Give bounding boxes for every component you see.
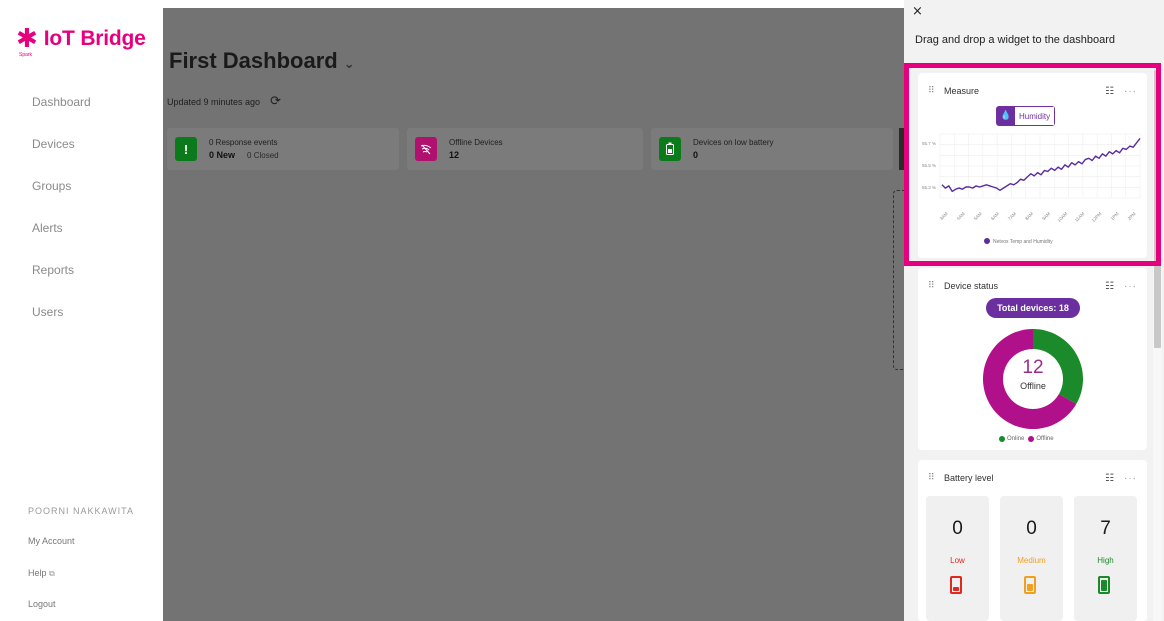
device-status-donut (983, 329, 1083, 429)
logo-subtitle: Spark (19, 52, 33, 58)
tile-values: 12 (449, 149, 503, 162)
offline-devices-tile[interactable]: Offline Devices 12 (407, 128, 643, 170)
user-name: POORNI NAKKAWITA (28, 506, 135, 516)
updated-text: Updated 9 minutes ago (167, 96, 261, 107)
my-account-link[interactable]: My Account (28, 536, 75, 546)
low-battery-tile[interactable]: Devices on low battery 0 (651, 128, 893, 170)
battery-label: Low (950, 556, 965, 565)
widget-name: Device status (944, 281, 999, 291)
battery-high-box[interactable]: 7 High (1074, 496, 1137, 621)
widget-name: Battery level (944, 473, 994, 483)
battery-medium-box[interactable]: 0 Medium (1000, 496, 1063, 621)
tile-values: 0 (693, 149, 773, 162)
battery-low-box[interactable]: 0 Low (926, 496, 989, 621)
help-link[interactable]: Help ⧉ (28, 568, 55, 579)
exclamation-icon: ! (175, 137, 197, 161)
legend-dot-online (999, 436, 1005, 442)
drag-handle-icon[interactable]: ⠿ (928, 281, 944, 291)
legend-dot-offline (1028, 436, 1035, 442)
sidebar-item-label: Groups (32, 179, 72, 193)
external-link-icon: ⧉ (49, 569, 55, 578)
drag-handle-icon[interactable]: ⠿ (928, 473, 944, 483)
battery-count: 0 (1026, 518, 1037, 539)
asterisk-logo-icon: ✱ (16, 24, 38, 54)
tile-title: 0 Response events (209, 138, 278, 147)
legend-label-online: Online (1007, 436, 1025, 442)
selection-highlight (904, 63, 1161, 266)
battery-label: Medium (1017, 556, 1046, 565)
logo-text: IoT Bridge (43, 27, 146, 50)
legend-label-offline: Offline (1036, 436, 1054, 442)
sidebar-item-devices[interactable]: Devices (8, 128, 156, 160)
battery-label: High (1097, 556, 1114, 565)
tile-value: 12 (449, 150, 460, 160)
logout-link[interactable]: Logout (28, 599, 56, 609)
sidebar-item-label: Users (32, 305, 64, 319)
help-link-label: Help (28, 568, 47, 578)
tile-value: 0 New (209, 150, 236, 160)
sidebar-item-label: Reports (32, 263, 75, 277)
card-header: ⠿ Device status ☷ ··· (928, 278, 1137, 294)
tile-text: 0 Response events 0 New 0 Closed (209, 136, 279, 162)
more-options-icon[interactable]: ··· (1124, 473, 1137, 484)
sidebar-item-label: Devices (32, 137, 75, 151)
card-header: ⠿ Battery level ☷ ··· (928, 470, 1137, 486)
tile-values: 0 New 0 Closed (209, 149, 279, 162)
battery-high-icon (1098, 576, 1110, 594)
sidebar-item-dashboard[interactable]: Dashboard (8, 86, 156, 118)
battery-count: 7 (1100, 518, 1111, 539)
total-devices-badge: Total devices: 18 (986, 298, 1080, 318)
tile-text: Devices on low battery 0 (693, 136, 773, 162)
tile-value: 0 (693, 150, 699, 160)
donut-legend: Online Offline (999, 436, 1054, 442)
sidebar-item-reports[interactable]: Reports (8, 254, 156, 286)
panel-title: Drag and drop a widget to the dashboard (915, 34, 1115, 46)
settings-sliders-icon[interactable]: ☷ (1105, 473, 1114, 484)
battery-icon (659, 137, 681, 161)
donut-center-label: Offline (1020, 381, 1046, 391)
sidebar-item-users[interactable]: Users (8, 296, 156, 328)
battery-fill (1027, 584, 1033, 591)
tile-sub: 0 Closed (247, 151, 279, 160)
tile-title: Offline Devices (449, 138, 503, 147)
tile-text: Offline Devices 12 (449, 136, 503, 162)
settings-sliders-icon[interactable]: ☷ (1105, 281, 1114, 292)
updated-status: Updated 9 minutes ago ⟳ (167, 94, 281, 109)
sidebar-item-label: Alerts (32, 221, 63, 235)
sidebar-item-alerts[interactable]: Alerts (8, 212, 156, 244)
drop-zone (893, 190, 904, 370)
dashboard-title[interactable]: First Dashboard ⌄ (169, 48, 355, 74)
more-options-icon[interactable]: ··· (1124, 281, 1137, 292)
donut-center-value: 12 (1022, 357, 1044, 378)
sidebar-item-label: Dashboard (32, 95, 91, 109)
sidebar: ✱ IoT Bridge Spark Dashboard Devices Gro… (0, 0, 163, 621)
dashboard-title-text: First Dashboard (169, 48, 338, 73)
battery-fill (1101, 580, 1107, 591)
close-icon[interactable]: × (912, 4, 923, 19)
tile-title: Devices on low battery (693, 138, 774, 147)
response-events-tile[interactable]: ! 0 Response events 0 New 0 Closed (167, 128, 399, 170)
battery-medium-icon (1024, 576, 1036, 594)
battery-count: 0 (952, 518, 963, 539)
offline-signal-icon (415, 137, 437, 161)
dashboard-main: First Dashboard ⌄ Updated 9 minutes ago ⟳… (163, 8, 904, 621)
refresh-icon[interactable]: ⟳ (270, 94, 281, 109)
battery-low-icon (950, 576, 962, 594)
sidebar-item-groups[interactable]: Groups (8, 170, 156, 202)
logo[interactable]: ✱ IoT Bridge (16, 26, 146, 52)
battery-fill (953, 587, 959, 591)
chevron-down-icon[interactable]: ⌄ (344, 57, 355, 72)
